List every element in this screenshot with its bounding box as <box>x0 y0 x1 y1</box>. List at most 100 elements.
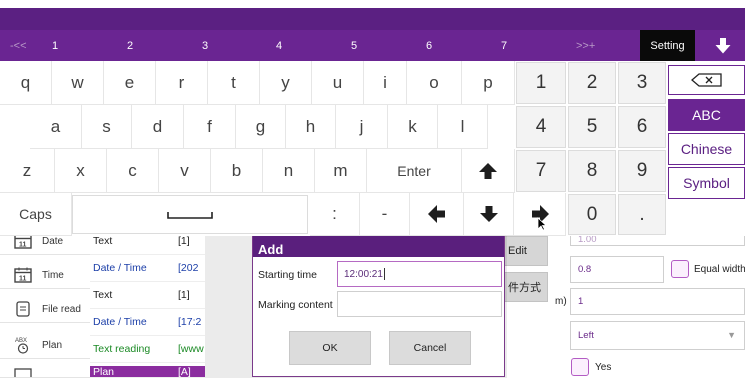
key-1[interactable]: 1 <box>516 62 566 104</box>
file-icon <box>12 299 34 319</box>
key-2[interactable]: 2 <box>568 62 616 104</box>
table-row[interactable]: Date / Time [202 <box>90 255 205 282</box>
key-7[interactable]: 7 <box>516 150 566 192</box>
key-g[interactable]: g <box>236 105 286 149</box>
shift-up-key[interactable] <box>462 149 515 193</box>
key-p[interactable]: p <box>462 61 515 105</box>
candidate-item[interactable]: 1 <box>52 30 58 61</box>
left-arrow-key[interactable] <box>410 193 464 236</box>
table-row[interactable]: Text [1] <box>90 282 205 309</box>
chinese-mode-button[interactable]: 件方式 <box>500 272 548 302</box>
table-row-selected[interactable]: Plan [A] <box>90 366 205 378</box>
marking-content-label: Marking content <box>258 299 333 311</box>
key-j[interactable]: j <box>336 105 388 149</box>
key-9[interactable]: 9 <box>618 150 666 192</box>
equal-width-checkbox[interactable] <box>671 260 689 278</box>
setting-button[interactable]: Setting <box>640 30 695 61</box>
edit-button[interactable]: Edit <box>500 236 548 266</box>
sidebar-item-plan[interactable]: ABX Plan <box>0 332 90 359</box>
key-c[interactable]: c <box>107 149 159 193</box>
key-z[interactable]: z <box>0 149 55 193</box>
space-icon <box>167 211 213 219</box>
starting-time-input[interactable]: 12:00:21 <box>337 261 502 287</box>
mode-symbol-button[interactable]: Symbol <box>668 167 745 199</box>
key-dot[interactable]: . <box>618 194 666 235</box>
caps-key[interactable]: Caps <box>0 193 72 236</box>
value-one-field[interactable]: 1 <box>570 288 745 315</box>
key-m[interactable]: m <box>315 149 367 193</box>
key-4[interactable]: 4 <box>516 106 566 148</box>
candidate-item[interactable]: 7 <box>501 30 507 61</box>
table-row[interactable]: Text reading [www <box>90 336 205 363</box>
key-s[interactable]: s <box>82 105 132 149</box>
arrow-down-icon <box>479 206 498 222</box>
key-0[interactable]: 0 <box>568 194 616 235</box>
key-i[interactable]: i <box>364 61 407 105</box>
backspace-button[interactable] <box>668 65 745 95</box>
candidate-item[interactable]: 6 <box>426 30 432 61</box>
key-r[interactable]: r <box>156 61 208 105</box>
virtual-keyboard: q w e r t y u i o p 1 2 3 a s d f g h j … <box>0 61 745 236</box>
key-u[interactable]: u <box>312 61 364 105</box>
title-bar <box>0 8 745 30</box>
add-dialog: Add Starting time 12:00:21 Marking conte… <box>252 234 505 377</box>
space-key[interactable] <box>72 195 308 234</box>
key-x[interactable]: x <box>55 149 107 193</box>
hide-keyboard-button[interactable] <box>700 30 745 61</box>
key-a[interactable]: a <box>30 105 82 149</box>
mode-abc-button[interactable]: ABC <box>668 99 745 131</box>
marking-content-input[interactable] <box>337 291 502 317</box>
key-y[interactable]: y <box>260 61 312 105</box>
key-h[interactable]: h <box>286 105 336 149</box>
sidebar-item-label: Date <box>42 235 64 247</box>
key-5[interactable]: 5 <box>568 106 616 148</box>
candidate-prev-button[interactable]: -<< <box>10 30 27 61</box>
arrow-up-icon <box>479 162 497 179</box>
chevron-down-icon: ▼ <box>727 330 736 340</box>
cancel-button[interactable]: Cancel <box>389 331 471 365</box>
key-8[interactable]: 8 <box>568 150 616 192</box>
yes-checkbox[interactable] <box>571 358 589 376</box>
sidebar-item-label: Time <box>42 269 64 281</box>
svg-text:11: 11 <box>19 276 27 283</box>
sidebar-item-file-read[interactable]: File read <box>0 296 90 323</box>
key-6[interactable]: 6 <box>618 106 666 148</box>
key-t[interactable]: t <box>208 61 260 105</box>
key-3[interactable]: 3 <box>618 62 666 104</box>
key-f[interactable]: f <box>184 105 236 149</box>
svg-text:11: 11 <box>19 242 27 249</box>
key-v[interactable]: v <box>159 149 211 193</box>
starting-time-label: Starting time <box>258 269 317 281</box>
align-select-value: Left <box>578 330 594 341</box>
size-value-field[interactable]: 0.8 <box>570 256 664 283</box>
minus-key[interactable]: - <box>360 193 410 236</box>
key-k[interactable]: k <box>388 105 438 149</box>
key-l[interactable]: l <box>438 105 488 149</box>
candidate-item[interactable]: 3 <box>202 30 208 61</box>
colon-key[interactable]: : <box>310 193 360 236</box>
equal-width-label: Equal width <box>694 264 745 275</box>
starting-time-value: 12:00:21 <box>344 268 383 280</box>
key-q[interactable]: q <box>0 61 52 105</box>
candidate-item[interactable]: 2 <box>127 30 133 61</box>
key-w[interactable]: w <box>52 61 104 105</box>
sidebar-item-counter[interactable] <box>0 366 90 378</box>
mode-chinese-button[interactable]: Chinese <box>668 133 745 165</box>
key-e[interactable]: e <box>104 61 156 105</box>
backspace-icon <box>690 73 722 87</box>
candidate-item[interactable]: 5 <box>351 30 357 61</box>
key-o[interactable]: o <box>407 61 462 105</box>
key-b[interactable]: b <box>211 149 263 193</box>
candidate-item[interactable]: 4 <box>276 30 282 61</box>
sidebar-item-time[interactable]: 11 Time <box>0 262 90 289</box>
candidate-next-button[interactable]: >>+ <box>576 30 595 61</box>
unit-suffix: m) <box>555 296 567 307</box>
arrow-down-icon <box>715 37 730 53</box>
down-arrow-key[interactable] <box>464 193 514 236</box>
enter-key[interactable]: Enter <box>367 149 462 193</box>
align-select[interactable]: Left ▼ <box>570 321 745 350</box>
ok-button[interactable]: OK <box>289 331 371 365</box>
key-n[interactable]: n <box>263 149 315 193</box>
table-row[interactable]: Date / Time [17:2 <box>90 309 205 336</box>
key-d[interactable]: d <box>132 105 184 149</box>
